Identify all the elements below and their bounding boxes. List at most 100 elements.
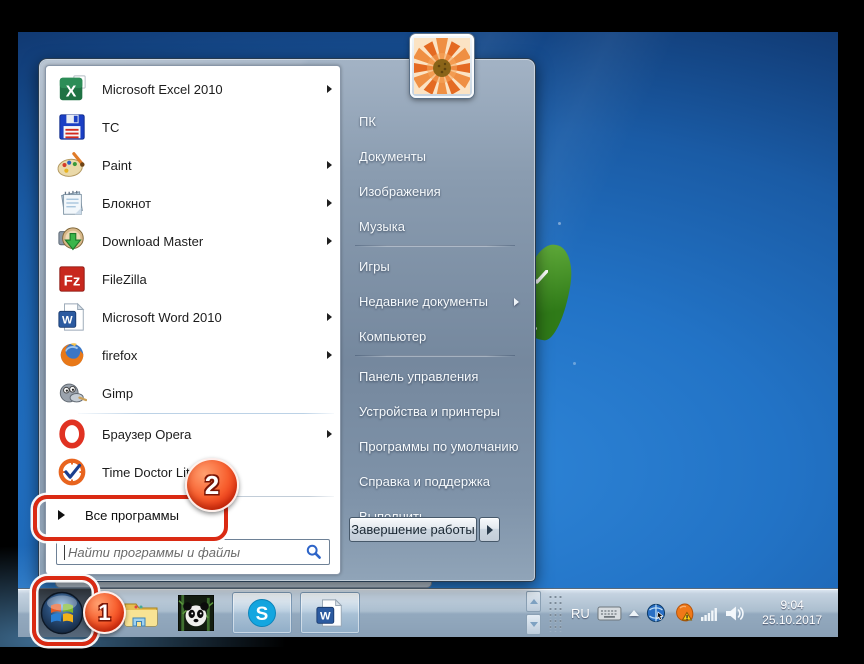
menu-item-label: Недавние документы [359, 294, 488, 309]
start-menu-item-help-support[interactable]: Справка и поддержка [341, 464, 529, 499]
submenu-arrow-icon [327, 237, 332, 245]
start-menu-item-user[interactable]: ПК [341, 104, 529, 139]
search-icon[interactable] [306, 544, 322, 560]
shutdown-label: Завершение работы [351, 522, 474, 537]
svg-text:W: W [62, 315, 73, 327]
user-avatar[interactable] [410, 34, 474, 98]
start-menu-item-games[interactable]: Игры [341, 249, 529, 284]
start-menu-item-notepad[interactable]: Блокнот [46, 184, 340, 222]
all-programs-arrow-icon [58, 510, 65, 520]
menu-divider [355, 245, 515, 247]
explorer-folder-icon [123, 598, 159, 628]
windows7-screenshot: X Microsoft Excel 2010 TC Pai [0, 0, 864, 664]
scroll-up-icon[interactable] [526, 591, 541, 612]
shutdown-controls: Завершение работы [349, 517, 500, 542]
system-tray: RU [526, 589, 832, 637]
firefox-icon [56, 339, 88, 371]
start-menu-item-recent[interactable]: Недавние документы [341, 284, 529, 319]
network-signal-icon[interactable] [701, 605, 718, 622]
start-menu-item-devices-printers[interactable]: Устройства и принтеры [341, 394, 529, 429]
shutdown-button[interactable]: Завершение работы [349, 517, 477, 542]
word-icon: W [315, 598, 345, 628]
all-programs-label: Все программы [85, 508, 179, 523]
search-placeholder: Найти программы и файлы [68, 545, 240, 560]
app-globe-tray-icon[interactable] [646, 603, 667, 624]
start-menu-item-tc[interactable]: TC [46, 108, 340, 146]
taskbar-clock[interactable]: 9:04 25.10.2017 [752, 598, 832, 628]
volume-icon[interactable] [725, 605, 745, 622]
menu-item-label: Браузер Opera [102, 427, 191, 442]
filezilla-icon: Fz [56, 263, 88, 295]
start-menu-item-computer[interactable]: Компьютер [341, 319, 529, 354]
menu-item-label: Компьютер [359, 329, 426, 344]
start-menu-item-gimp[interactable]: Gimp [46, 374, 340, 412]
menu-item-label: ПК [359, 114, 376, 129]
taskbar: S W RU [18, 588, 838, 637]
word-icon: W [56, 301, 88, 333]
all-programs-button[interactable]: Все программы [46, 497, 340, 533]
start-menu-item-documents[interactable]: Документы [341, 139, 529, 174]
start-menu-right-panel: ПК Документы Изображения Музыка Игры Нед… [341, 65, 529, 575]
clock-date: 25.10.2017 [752, 613, 832, 628]
menu-item-label: Download Master [102, 234, 203, 249]
menu-item-label: Панель управления [359, 369, 478, 384]
menu-item-label: Microsoft Word 2010 [102, 310, 222, 325]
program-list: X Microsoft Excel 2010 TC Pai [46, 66, 340, 491]
skype-taskbar-button[interactable]: S [232, 592, 292, 634]
start-menu-item-default-programs[interactable]: Программы по умолчанию [341, 429, 529, 464]
show-hidden-icons-icon[interactable] [629, 610, 639, 616]
start-menu-item-word[interactable]: W Microsoft Word 2010 [46, 298, 340, 336]
panda-app-icon [178, 595, 214, 631]
scroll-down-icon[interactable] [526, 614, 541, 635]
start-menu-item-opera[interactable]: Браузер Opera [46, 415, 340, 453]
start-menu-search-input[interactable]: Найти программы и файлы [56, 539, 330, 565]
start-menu-item-filezilla[interactable]: Fz FileZilla [46, 260, 340, 298]
start-menu-item-download-master[interactable]: Download Master [46, 222, 340, 260]
language-indicator[interactable]: RU [571, 606, 590, 621]
panda-app-taskbar-button[interactable] [177, 594, 215, 632]
start-menu-item-music[interactable]: Музыка [341, 209, 529, 244]
menu-item-label: Документы [359, 149, 426, 164]
svg-text:X: X [66, 84, 77, 101]
gimp-icon [56, 377, 88, 409]
tray-scrollbar[interactable] [526, 591, 541, 635]
menu-divider [78, 413, 334, 414]
wallpaper-sparkle [558, 222, 561, 225]
text-caret [64, 545, 65, 560]
notepad-icon [56, 187, 88, 219]
shutdown-arrow-icon [487, 525, 493, 535]
start-menu-item-control-panel[interactable]: Панель управления [341, 359, 529, 394]
opera-icon [56, 418, 88, 450]
explorer-taskbar-button[interactable] [122, 594, 160, 632]
time-doctor-icon [56, 456, 88, 488]
menu-item-label: Справка и поддержка [359, 474, 490, 489]
start-menu-item-paint[interactable]: Paint [46, 146, 340, 184]
shutdown-options-button[interactable] [479, 517, 500, 542]
start-menu-item-time-doctor[interactable]: Time Doctor Lite [46, 453, 340, 491]
antivirus-warning-tray-icon[interactable] [674, 603, 695, 624]
svg-text:W: W [320, 611, 331, 623]
submenu-arrow-icon [327, 351, 332, 359]
menu-item-label: Microsoft Excel 2010 [102, 82, 223, 97]
menu-item-label: Музыка [359, 219, 405, 234]
paint-palette-icon [56, 149, 88, 181]
start-menu-left-panel: X Microsoft Excel 2010 TC Pai [45, 65, 341, 575]
submenu-arrow-icon [327, 199, 332, 207]
word-taskbar-button[interactable]: W [300, 592, 360, 634]
svg-text:Fz: Fz [64, 273, 81, 290]
menu-divider [355, 355, 515, 357]
start-button[interactable] [40, 591, 84, 635]
skype-icon: S [246, 597, 278, 629]
start-menu-item-excel[interactable]: X Microsoft Excel 2010 [46, 70, 340, 108]
svg-text:S: S [256, 604, 269, 625]
flower-avatar-image [414, 38, 470, 94]
menu-item-label: FileZilla [102, 272, 147, 287]
start-menu: X Microsoft Excel 2010 TC Pai [38, 58, 536, 582]
start-menu-item-pictures[interactable]: Изображения [341, 174, 529, 209]
start-menu-item-firefox[interactable]: firefox [46, 336, 340, 374]
menu-item-label: Gimp [102, 386, 133, 401]
download-master-icon [56, 225, 88, 257]
menu-item-label: Устройства и принтеры [359, 404, 500, 419]
menu-item-label: Игры [359, 259, 390, 274]
keyboard-layout-icon[interactable] [597, 603, 622, 623]
